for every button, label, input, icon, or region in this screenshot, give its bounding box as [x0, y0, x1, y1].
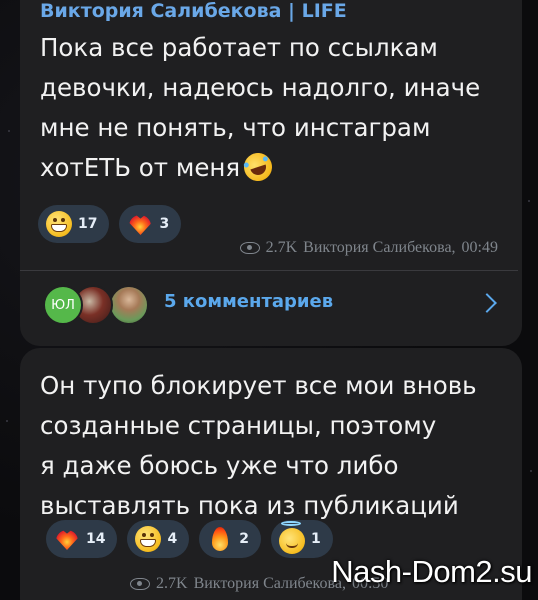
author-signature: Виктория Салибекова,	[193, 575, 346, 592]
watermark: Nash-Dom2.su	[331, 554, 532, 589]
message-time: 00:49	[461, 239, 498, 256]
message-line: хотЕТЬ от меня	[40, 148, 480, 188]
eye-icon	[239, 242, 260, 254]
view-count: 2.7K	[265, 239, 298, 256]
channel-name[interactable]: Виктория Салибекова | LIFE	[40, 0, 347, 22]
reaction-count: 3	[159, 216, 170, 232]
reactions-bar: 17 3	[38, 205, 182, 243]
message-text: Он тупо блокирует все мои вновь созданны…	[40, 366, 477, 526]
eye-icon	[130, 578, 150, 590]
reaction-count: 2	[239, 531, 249, 547]
reaction-heart-on-fire[interactable]: 14	[46, 520, 118, 558]
author-signature: Виктория Салибекова,	[303, 239, 456, 256]
comments-label[interactable]: 5 комментариев	[164, 291, 333, 312]
message-line: Пока все работает по ссылкам	[40, 33, 438, 62]
message-line: мне не понять, что инстаграм	[40, 113, 431, 142]
heart-on-fire-emoji-icon	[127, 211, 153, 237]
chevron-right-icon[interactable]	[477, 293, 497, 313]
fire-emoji-icon	[207, 526, 233, 552]
reaction-fire[interactable]: 2	[199, 520, 261, 558]
reactions-bar: 14 4 2 1	[46, 520, 333, 558]
reaction-count: 4	[167, 531, 178, 547]
rofl-emoji-icon	[240, 149, 276, 185]
reaction-count: 1	[310, 531, 321, 547]
message-line: девочки, надеюсь надолго, иначе	[40, 73, 481, 102]
grin-emoji-icon	[46, 211, 72, 237]
halo-emoji-icon	[278, 521, 305, 554]
divider	[20, 270, 518, 271]
message-meta: 2.7K Виктория Салибекова, 00:49	[239, 239, 498, 257]
avatar: ЮЛ	[43, 285, 83, 325]
commenter-avatars: ЮЛ	[43, 284, 153, 326]
message-line: я даже боюсь уже что либо	[40, 451, 399, 480]
background-dot	[8, 130, 10, 132]
chat-screen: Виктория Салибекова | LIFE Пока все рабо…	[0, 0, 538, 600]
message-text: Пока все работает по ссылкам девочки, на…	[40, 28, 480, 188]
view-count: 2.7K	[156, 575, 188, 592]
avatar	[109, 285, 149, 325]
background-dot	[530, 470, 532, 472]
reaction-grin[interactable]: 17	[38, 205, 110, 243]
background-dot	[528, 200, 530, 202]
heart-on-fire-emoji-icon	[54, 526, 80, 552]
grin-emoji-icon	[135, 526, 162, 552]
reaction-halo[interactable]: 1	[270, 520, 333, 558]
reaction-grin[interactable]: 4	[127, 520, 190, 558]
reaction-count: 17	[78, 216, 98, 232]
reaction-heart-on-fire[interactable]: 3	[119, 205, 182, 243]
message-line: Он тупо блокирует все мои вновь	[40, 371, 477, 400]
comments-button[interactable]: ЮЛ 5 комментариев	[20, 280, 502, 330]
background-dot	[6, 420, 8, 422]
message-line: созданные страницы, поэтому	[40, 411, 437, 440]
reaction-count: 14	[86, 531, 106, 547]
